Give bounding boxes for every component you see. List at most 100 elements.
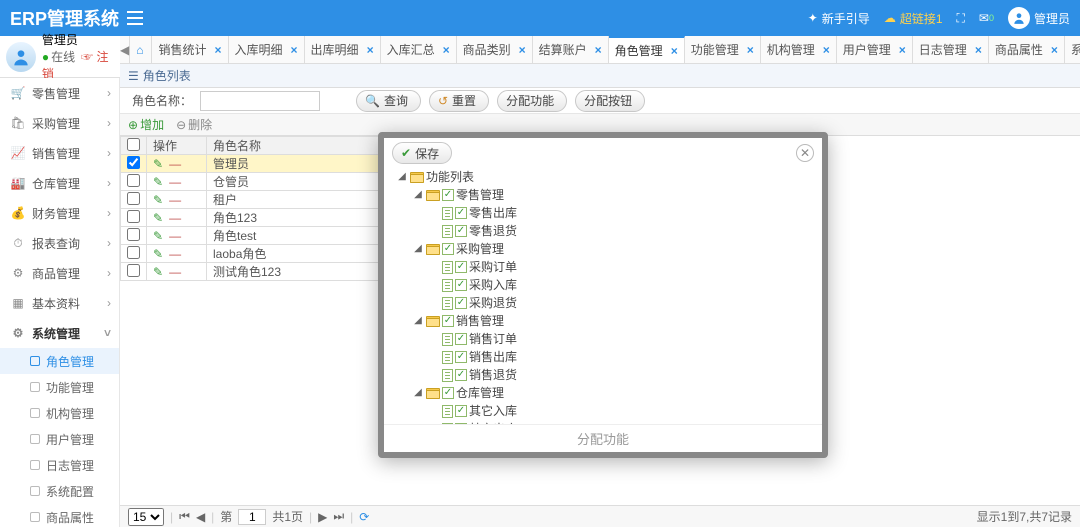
tab-close-icon[interactable]: × bbox=[823, 43, 830, 57]
sidebar-item-8[interactable]: ⚙系统管理˅ bbox=[0, 318, 119, 348]
expand-icon[interactable]: ⛶ bbox=[957, 11, 965, 26]
row-check[interactable] bbox=[127, 156, 140, 169]
row-check[interactable] bbox=[127, 192, 140, 205]
tab-10[interactable]: 日志管理× bbox=[913, 36, 989, 63]
tab-home[interactable]: ⌂ bbox=[130, 36, 152, 63]
checkbox-icon[interactable]: ✓ bbox=[455, 207, 467, 219]
twisty-icon[interactable]: ◢ bbox=[412, 384, 424, 402]
tree-label[interactable]: 零售管理 bbox=[456, 186, 504, 204]
tree-label[interactable]: 销售出库 bbox=[469, 348, 517, 366]
row-delete-icon[interactable]: — bbox=[169, 157, 181, 171]
page-input[interactable] bbox=[238, 509, 266, 525]
checkbox-icon[interactable]: ✓ bbox=[455, 351, 467, 363]
tab-11[interactable]: 商品属性× bbox=[989, 36, 1065, 63]
edit-icon[interactable]: ✎ bbox=[153, 247, 163, 261]
twisty-icon[interactable]: ◢ bbox=[412, 186, 424, 204]
row-check[interactable] bbox=[127, 246, 140, 259]
th-check[interactable] bbox=[121, 137, 147, 155]
sidebar-item-4[interactable]: 💰财务管理› bbox=[0, 198, 119, 228]
tree-label[interactable]: 仓库管理 bbox=[456, 384, 504, 402]
tab-close-icon[interactable]: × bbox=[975, 43, 982, 57]
edit-icon[interactable]: ✎ bbox=[153, 175, 163, 189]
checkbox-icon[interactable]: ✓ bbox=[442, 189, 454, 201]
sidebar-sub-0[interactable]: 角色管理 bbox=[0, 348, 119, 374]
tab-close-icon[interactable]: × bbox=[671, 44, 678, 58]
tree-label[interactable]: 销售退货 bbox=[469, 366, 517, 384]
tree-label[interactable]: 销售管理 bbox=[456, 312, 504, 330]
function-tree[interactable]: ◢功能列表◢✓零售管理✓零售出库✓零售退货◢✓采购管理✓采购订单✓采购入库✓采购… bbox=[396, 168, 812, 424]
tab-3[interactable]: 入库汇总× bbox=[381, 36, 457, 63]
tree-label[interactable]: 零售退货 bbox=[469, 222, 517, 240]
tab-8[interactable]: 机构管理× bbox=[761, 36, 837, 63]
reset-button[interactable]: ↺重置 bbox=[429, 90, 489, 112]
checkbox-icon[interactable]: ✓ bbox=[455, 261, 467, 273]
tree-label[interactable]: 采购退货 bbox=[469, 294, 517, 312]
checkbox-icon[interactable]: ✓ bbox=[455, 369, 467, 381]
tab-2[interactable]: 出库明细× bbox=[305, 36, 381, 63]
tab-5[interactable]: 结算账户× bbox=[533, 36, 609, 63]
sidebar-item-3[interactable]: 🏭仓库管理› bbox=[0, 168, 119, 198]
tree-label[interactable]: 采购入库 bbox=[469, 276, 517, 294]
sidebar-item-6[interactable]: ⚙商品管理› bbox=[0, 258, 119, 288]
tab-0[interactable]: 销售统计× bbox=[152, 36, 228, 63]
guide-link[interactable]: ✦新手引导 bbox=[808, 10, 870, 27]
twisty-icon[interactable]: ◢ bbox=[396, 168, 408, 186]
assign-btn-button[interactable]: 分配按钮 bbox=[575, 90, 645, 112]
edit-icon[interactable]: ✎ bbox=[153, 193, 163, 207]
hyperlink-link[interactable]: ☁超链接1 bbox=[884, 10, 943, 27]
tab-close-icon[interactable]: × bbox=[595, 43, 602, 57]
row-delete-icon[interactable]: — bbox=[169, 211, 181, 225]
row-delete-icon[interactable]: — bbox=[169, 193, 181, 207]
row-check[interactable] bbox=[127, 174, 140, 187]
tabs-left-icon[interactable]: ◀ bbox=[120, 36, 130, 63]
delete-button[interactable]: ⊖删除 bbox=[176, 116, 212, 133]
checkbox-icon[interactable]: ✓ bbox=[442, 315, 454, 327]
row-delete-icon[interactable]: — bbox=[169, 265, 181, 279]
sidebar-sub-3[interactable]: 用户管理 bbox=[0, 426, 119, 452]
tree-label[interactable]: 功能列表 bbox=[426, 168, 474, 186]
twisty-icon[interactable]: ◢ bbox=[412, 240, 424, 258]
admin-label[interactable]: 管理员 bbox=[1034, 10, 1070, 27]
page-size-select[interactable]: 15 bbox=[128, 508, 164, 526]
assign-fn-button[interactable]: 分配功能 bbox=[497, 90, 567, 112]
checkbox-icon[interactable]: ✓ bbox=[455, 297, 467, 309]
tree-label[interactable]: 采购订单 bbox=[469, 258, 517, 276]
edit-icon[interactable]: ✎ bbox=[153, 265, 163, 279]
tab-7[interactable]: 功能管理× bbox=[685, 36, 761, 63]
checkbox-icon[interactable]: ✓ bbox=[455, 405, 467, 417]
sidebar-item-5[interactable]: ⏱报表查询› bbox=[0, 228, 119, 258]
tab-close-icon[interactable]: × bbox=[747, 43, 754, 57]
row-check[interactable] bbox=[127, 210, 140, 223]
checkbox-icon[interactable]: ✓ bbox=[455, 225, 467, 237]
tab-close-icon[interactable]: × bbox=[291, 43, 298, 57]
refresh-icon[interactable]: ⟳ bbox=[359, 510, 369, 524]
sidebar-sub-4[interactable]: 日志管理 bbox=[0, 452, 119, 478]
row-check[interactable] bbox=[127, 264, 140, 277]
sidebar-item-1[interactable]: 🛍采购管理› bbox=[0, 108, 119, 138]
add-button[interactable]: ⊕增加 bbox=[128, 116, 164, 133]
role-name-input[interactable] bbox=[200, 91, 320, 111]
tab-4[interactable]: 商品类别× bbox=[457, 36, 533, 63]
menu-toggle-icon[interactable] bbox=[127, 11, 143, 25]
avatar-icon[interactable] bbox=[1008, 7, 1030, 29]
sidebar-item-7[interactable]: ▦基本资料› bbox=[0, 288, 119, 318]
tab-close-icon[interactable]: × bbox=[1051, 43, 1058, 57]
tab-close-icon[interactable]: × bbox=[443, 43, 450, 57]
next-page-icon[interactable]: ▶ bbox=[318, 510, 327, 524]
tab-close-icon[interactable]: × bbox=[519, 43, 526, 57]
close-icon[interactable]: ✕ bbox=[796, 144, 814, 162]
row-check[interactable] bbox=[127, 228, 140, 241]
mail-icon[interactable]: ✉0 bbox=[979, 11, 994, 25]
tab-6[interactable]: 角色管理× bbox=[609, 36, 685, 63]
checkbox-icon[interactable]: ✓ bbox=[442, 243, 454, 255]
edit-icon[interactable]: ✎ bbox=[153, 229, 163, 243]
row-delete-icon[interactable]: — bbox=[169, 247, 181, 261]
sidebar-item-2[interactable]: 📈销售管理› bbox=[0, 138, 119, 168]
checkbox-icon[interactable]: ✓ bbox=[455, 279, 467, 291]
sidebar-sub-2[interactable]: 机构管理 bbox=[0, 400, 119, 426]
first-page-icon[interactable]: ⏮ bbox=[179, 509, 190, 524]
tab-1[interactable]: 入库明细× bbox=[229, 36, 305, 63]
edit-icon[interactable]: ✎ bbox=[153, 211, 163, 225]
row-delete-icon[interactable]: — bbox=[169, 175, 181, 189]
tab-close-icon[interactable]: × bbox=[367, 43, 374, 57]
